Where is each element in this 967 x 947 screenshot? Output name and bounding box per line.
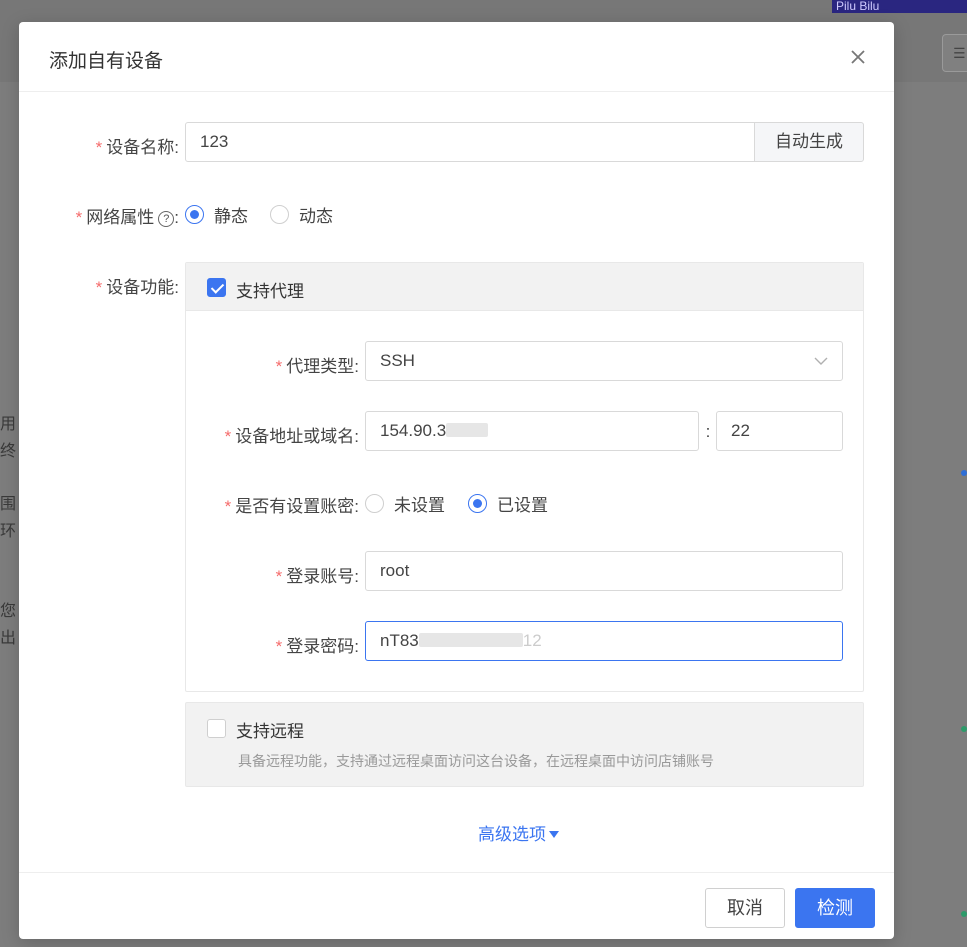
proxy-type-label: * 代理类型: xyxy=(275,357,359,376)
background-text: 围 xyxy=(0,496,17,513)
support-remote-description: 具备远程功能，支持通过远程桌面访问这台设备，在远程桌面中访问店铺账号 xyxy=(238,753,714,769)
redacted-text xyxy=(446,423,489,437)
port-separator: : xyxy=(705,422,711,441)
support-remote-label: 支持远程 xyxy=(236,722,304,741)
radio-dynamic[interactable]: 动态 xyxy=(270,202,333,227)
question-circle-icon[interactable]: ? xyxy=(158,211,175,227)
background-dot xyxy=(961,470,967,476)
login-account-input[interactable]: root xyxy=(365,551,843,591)
chevron-down-icon xyxy=(814,357,828,365)
background-dot xyxy=(961,911,967,917)
background-text: 出 xyxy=(0,630,17,647)
redacted-text xyxy=(418,633,523,647)
background-banner: Pilu Bilu xyxy=(832,0,967,13)
radio-static[interactable]: 静态 xyxy=(185,202,248,227)
background-text: 您 xyxy=(0,603,17,620)
auto-generate-button[interactable]: 自动生成 xyxy=(754,122,864,162)
background-text: 终 xyxy=(0,443,17,460)
modal-footer: 取消 检测 xyxy=(19,872,894,939)
device-address-input[interactable]: 154.90.3 xyxy=(365,411,699,451)
advanced-options-link[interactable]: 高级选项 xyxy=(478,820,559,845)
background-text: 用 xyxy=(0,416,17,433)
network-attribute-label: * 网络属性?: xyxy=(75,208,179,227)
support-proxy-checkbox[interactable] xyxy=(207,278,226,297)
add-device-modal: 添加自有设备 * 设备名称: 123 自动生成 * 网络属性?: 静态 动态 * 设备… xyxy=(19,22,894,939)
device-name-label: * 设备名称: xyxy=(95,138,179,157)
login-password-label: * 登录密码: xyxy=(275,637,359,656)
radio-circle xyxy=(365,494,384,513)
remote-panel: 支持远程 具备远程功能，支持通过远程桌面访问这台设备，在远程桌面中访问店铺账号 xyxy=(185,702,864,787)
device-name-input[interactable]: 123 xyxy=(185,122,755,162)
login-password-input[interactable]: nT83 12 xyxy=(365,621,843,661)
radio-not-set[interactable]: 未设置 xyxy=(365,491,445,516)
detect-button[interactable]: 检测 xyxy=(795,888,875,928)
caret-down-icon xyxy=(549,831,559,838)
modal-header: 添加自有设备 xyxy=(19,22,894,92)
background-text: 环 xyxy=(0,523,17,540)
close-icon[interactable] xyxy=(845,44,871,70)
radio-circle xyxy=(468,494,487,513)
support-proxy-label: 支持代理 xyxy=(236,282,304,301)
has-account-label: * 是否有设置账密: xyxy=(224,497,359,516)
login-account-label: * 登录账号: xyxy=(275,567,359,586)
modal-title: 添加自有设备 xyxy=(49,51,164,72)
proxy-type-select[interactable]: SSH xyxy=(365,341,843,381)
support-remote-checkbox[interactable] xyxy=(207,719,226,738)
background-dot xyxy=(961,726,967,732)
device-address-label: * 设备地址或域名: xyxy=(224,427,359,446)
port-input[interactable]: 22 xyxy=(716,411,843,451)
cancel-button[interactable]: 取消 xyxy=(705,888,785,928)
device-function-label: * 设备功能: xyxy=(95,278,179,297)
radio-circle xyxy=(185,205,204,224)
list-icon: ☰ xyxy=(942,34,967,72)
radio-set[interactable]: 已设置 xyxy=(468,491,548,516)
radio-circle xyxy=(270,205,289,224)
